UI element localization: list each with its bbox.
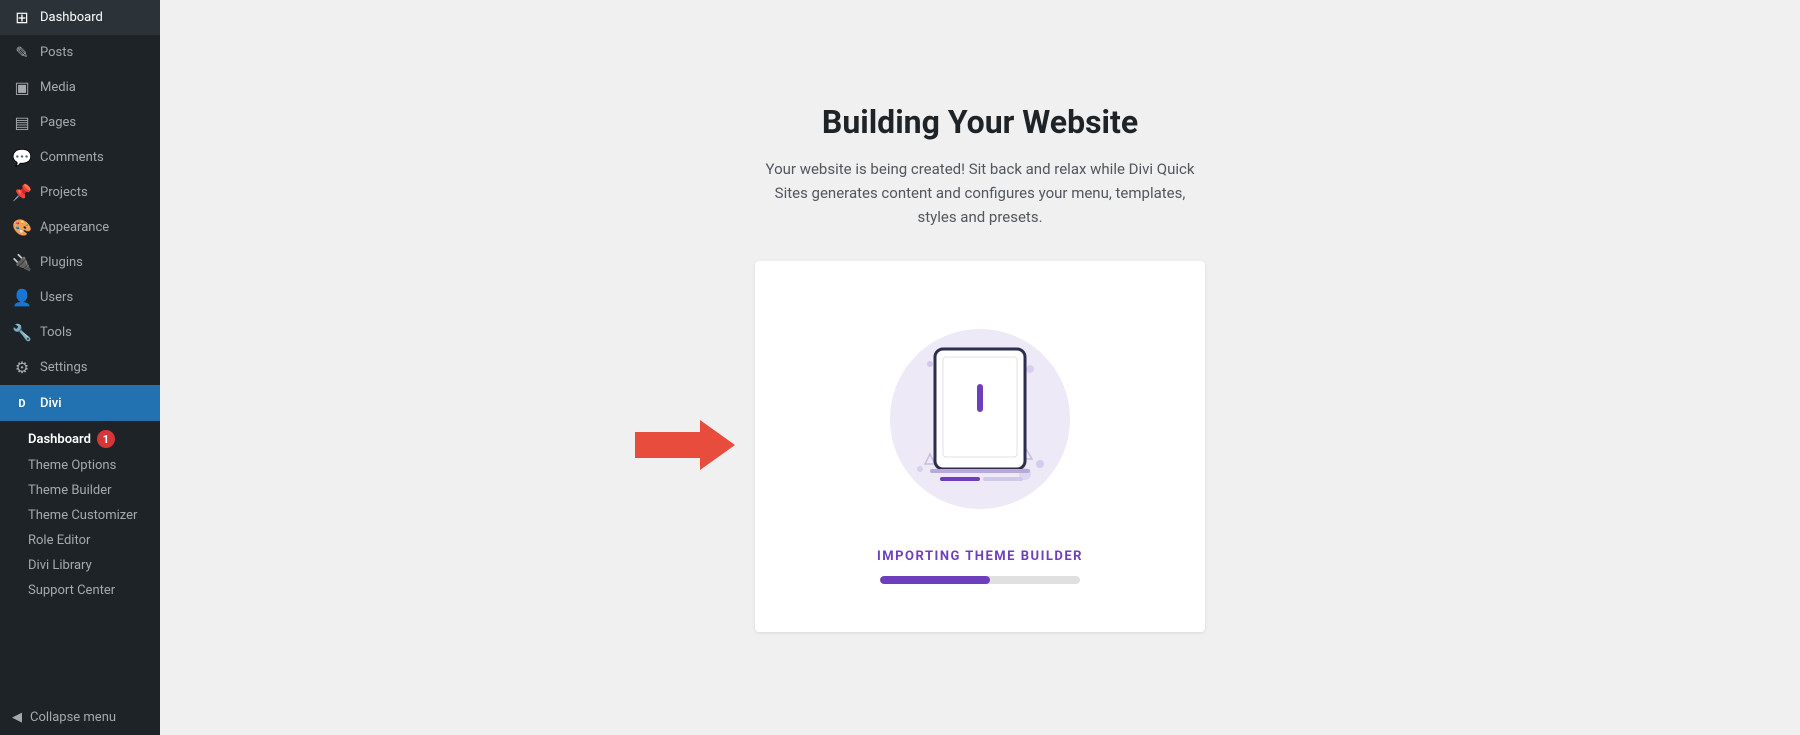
divi-sub-theme-customizer[interactable]: Theme Customizer xyxy=(0,503,160,528)
sidebar-item-media[interactable]: ▣ Media xyxy=(0,70,160,105)
sidebar-item-plugins[interactable]: 🔌 Plugins xyxy=(0,245,160,280)
sidebar-item-tools[interactable]: 🔧 Tools xyxy=(0,315,160,350)
settings-icon: ⚙ xyxy=(12,358,32,377)
building-card: IMPORTING THEME BUILDER xyxy=(755,261,1205,632)
sidebar-item-divi[interactable]: D Divi xyxy=(0,385,160,421)
sidebar-item-posts[interactable]: ✎ Posts xyxy=(0,35,160,70)
arrow-container xyxy=(635,420,735,474)
comments-icon: 💬 xyxy=(12,148,32,167)
collapse-menu-button[interactable]: ◀ Collapse menu xyxy=(0,700,160,735)
divi-sub-role-editor[interactable]: Role Editor xyxy=(0,528,160,553)
projects-icon: 📌 xyxy=(12,183,32,202)
sidebar-item-users[interactable]: 👤 Users xyxy=(0,280,160,315)
media-icon: ▣ xyxy=(12,78,32,97)
divi-sub-theme-builder[interactable]: Theme Builder xyxy=(0,478,160,503)
main-content: Building Your Website Your website is be… xyxy=(160,0,1800,735)
pages-icon: ▤ xyxy=(12,113,32,132)
sidebar-item-appearance[interactable]: 🎨 Appearance xyxy=(0,210,160,245)
sidebar-divi-section: D Divi xyxy=(0,385,160,421)
laptop-illustration xyxy=(915,339,1045,499)
collapse-icon: ◀ xyxy=(12,710,22,725)
red-arrow-icon xyxy=(635,420,735,470)
divi-icon: D xyxy=(12,393,32,413)
sidebar-item-comments[interactable]: 💬 Comments xyxy=(0,140,160,175)
page-title: Building Your Website xyxy=(822,103,1138,141)
sidebar: ⊞ Dashboard ✎ Posts ▣ Media ▤ Pages 💬 Co… xyxy=(0,0,160,735)
dashboard-icon: ⊞ xyxy=(12,8,32,27)
status-text: IMPORTING THEME BUILDER xyxy=(877,549,1083,564)
divi-sub-dashboard[interactable]: Dashboard 1 xyxy=(0,425,160,453)
sidebar-item-dashboard[interactable]: ⊞ Dashboard xyxy=(0,0,160,35)
page-subtitle: Your website is being created! Sit back … xyxy=(765,157,1195,229)
illustration xyxy=(870,309,1090,529)
sidebar-item-settings[interactable]: ⚙ Settings xyxy=(0,350,160,385)
progress-bar-container xyxy=(880,576,1080,584)
sidebar-item-projects[interactable]: 📌 Projects xyxy=(0,175,160,210)
sidebar-item-pages[interactable]: ▤ Pages xyxy=(0,105,160,140)
divi-sub-menu: Dashboard 1 Theme Options Theme Builder … xyxy=(0,421,160,607)
progress-bar-fill xyxy=(880,576,990,584)
users-icon: 👤 xyxy=(12,288,32,307)
tools-icon: 🔧 xyxy=(12,323,32,342)
appearance-icon: 🎨 xyxy=(12,218,32,237)
divi-sub-divi-library[interactable]: Divi Library xyxy=(0,553,160,578)
dashboard-badge: 1 xyxy=(97,430,115,448)
divi-sub-support-center[interactable]: Support Center xyxy=(0,578,160,603)
posts-icon: ✎ xyxy=(12,43,32,62)
divi-sub-theme-options[interactable]: Theme Options xyxy=(0,453,160,478)
content-wrapper: Building Your Website Your website is be… xyxy=(530,103,1430,632)
plugins-icon: 🔌 xyxy=(12,253,32,272)
